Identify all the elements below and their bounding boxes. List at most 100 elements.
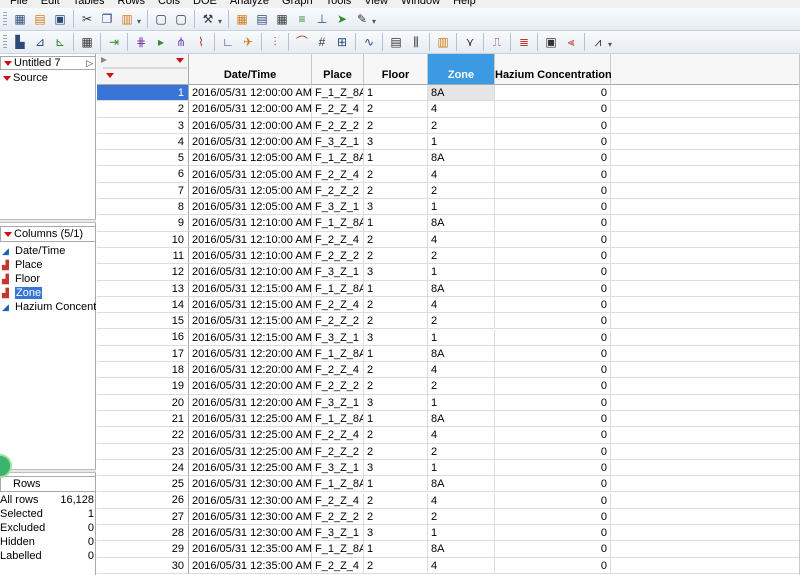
table-cell[interactable]: 0 (495, 443, 611, 460)
table-cell[interactable]: F_2_Z_2 (312, 443, 364, 460)
table-cell[interactable]: 0 (495, 459, 611, 477)
table-cell[interactable]: 2016/05/31 12:20:00 AM (189, 394, 312, 411)
red-triangle-icon[interactable] (106, 73, 114, 78)
table-cell[interactable]: 4 (428, 231, 495, 248)
chevron-down-icon[interactable]: ▾ (137, 17, 141, 26)
table-cell[interactable]: 2 (364, 378, 428, 395)
table-cell[interactable]: 2016/05/31 12:10:00 AM (189, 231, 312, 248)
table-cell[interactable]: 1 (428, 394, 495, 411)
empty-cell[interactable] (611, 166, 800, 183)
table-cell[interactable]: F_2_Z_4 (312, 166, 364, 183)
column-item[interactable]: ▟ Floor (0, 272, 96, 286)
sort-icon[interactable]: ≡ (294, 11, 310, 27)
table-cell[interactable]: F_3_Z_1 (312, 459, 364, 477)
columns-panel-header[interactable]: Columns (5/1) (0, 226, 96, 242)
table-cell[interactable]: F_3_Z_1 (312, 199, 364, 216)
row-number[interactable]: 14 (97, 296, 189, 314)
row-number[interactable]: 30 (97, 557, 189, 574)
table-cell[interactable]: 2 (428, 117, 495, 134)
script-icon[interactable]: ✎ (354, 11, 370, 27)
table-cell[interactable]: 1 (428, 525, 495, 542)
column-item[interactable]: ▟ Zone (0, 286, 96, 300)
red-triangle-icon[interactable] (3, 75, 11, 81)
empty-cell[interactable] (611, 117, 800, 134)
table-cell[interactable]: 2016/05/31 12:30:00 AM (189, 525, 312, 542)
column-header[interactable]: Place (312, 54, 364, 85)
row-number[interactable]: 18 (97, 362, 189, 379)
table-cell[interactable]: 1 (364, 215, 428, 232)
table-cell[interactable]: 2 (364, 508, 428, 526)
menu-view[interactable]: View (358, 0, 395, 7)
surface-plot-icon[interactable]: ≣ (516, 34, 532, 50)
empty-cell[interactable] (611, 476, 800, 493)
table-cell[interactable]: 0 (495, 231, 611, 248)
treemap-icon[interactable]: ⋎ (462, 34, 478, 50)
table-cell[interactable]: 0 (495, 508, 611, 526)
empty-cell[interactable] (611, 427, 800, 444)
chevron-down-icon[interactable]: ▾ (372, 17, 376, 26)
table-cell[interactable]: 0 (495, 280, 611, 297)
variability-icon[interactable]: ✈ (240, 34, 256, 50)
chevron-down-icon[interactable]: ▾ (608, 40, 612, 49)
empty-cell[interactable] (611, 280, 800, 297)
table-cell[interactable]: 8A (428, 541, 495, 558)
empty-cell[interactable] (611, 182, 800, 200)
empty-cell[interactable] (611, 313, 800, 330)
row-number[interactable]: 28 (97, 525, 189, 542)
table-cell[interactable]: 2 (364, 231, 428, 248)
empty-cell[interactable] (611, 459, 800, 477)
table-cell[interactable]: 0 (495, 427, 611, 444)
partition-icon[interactable]: ⋕ (133, 34, 149, 50)
table-cell[interactable]: 3 (364, 329, 428, 346)
table-cell[interactable]: F_2_Z_4 (312, 492, 364, 509)
empty-cell[interactable] (611, 85, 800, 102)
row-number[interactable]: 25 (97, 476, 189, 493)
row-number[interactable]: 13 (97, 280, 189, 297)
table-cell[interactable]: 0 (495, 215, 611, 232)
row-number[interactable]: 29 (97, 541, 189, 558)
chart-icon[interactable]: ⫷ (563, 34, 579, 50)
table-cell[interactable]: F_3_Z_1 (312, 525, 364, 542)
table-panel-header[interactable]: Untitled 7 ▷ (0, 56, 96, 70)
table-cell[interactable]: 1 (364, 541, 428, 558)
table-cell[interactable]: 3 (364, 264, 428, 281)
table-cell[interactable]: 2 (364, 296, 428, 314)
row-number[interactable]: 15 (97, 313, 189, 330)
pareto-icon[interactable]: ⫶ (267, 34, 283, 50)
table-cell[interactable]: 0 (495, 476, 611, 493)
table-cell[interactable]: 2016/05/31 12:10:00 AM (189, 264, 312, 281)
concatenate-icon[interactable]: ➤ (334, 11, 350, 27)
table-cell[interactable]: F_2_Z_4 (312, 231, 364, 248)
table-cell[interactable]: F_2_Z_2 (312, 117, 364, 134)
row-number[interactable]: 10 (97, 231, 189, 248)
table-cell[interactable]: 4 (428, 166, 495, 183)
empty-cell[interactable] (611, 199, 800, 216)
column-header[interactable]: Date/Time (189, 54, 312, 85)
subset-icon[interactable]: ▤ (254, 11, 270, 27)
menu-file[interactable]: File (4, 0, 35, 7)
table-cell[interactable]: 2 (428, 182, 495, 200)
parallel-icon[interactable]: ⫼ (408, 34, 424, 50)
table-cell[interactable]: 2 (364, 362, 428, 379)
table-cell[interactable]: 4 (428, 557, 495, 574)
table-cell[interactable]: 8A (428, 150, 495, 167)
table-cell[interactable]: 3 (364, 199, 428, 216)
row-number[interactable]: 1 (97, 85, 189, 102)
table-cell[interactable]: F_2_Z_2 (312, 378, 364, 395)
table-cell[interactable]: 2016/05/31 12:05:00 AM (189, 199, 312, 216)
menu-cols[interactable]: Cols (152, 0, 187, 7)
row-number[interactable]: 22 (97, 427, 189, 444)
open-icon[interactable]: ▤ (32, 11, 48, 27)
table-cell[interactable]: 2016/05/31 12:00:00 AM (189, 85, 312, 102)
table-cell[interactable]: 0 (495, 133, 611, 151)
table-cell[interactable]: 1 (364, 150, 428, 167)
red-triangle-icon[interactable] (4, 60, 12, 66)
contour-icon[interactable]: ∿ (361, 34, 377, 50)
table-cell[interactable]: 2016/05/31 12:05:00 AM (189, 166, 312, 183)
table-cell[interactable]: 1 (428, 459, 495, 477)
row-number[interactable]: 24 (97, 459, 189, 477)
table-cell[interactable]: 3 (364, 525, 428, 542)
table-cell[interactable]: 2 (428, 508, 495, 526)
row-number[interactable]: 5 (97, 150, 189, 167)
table-cell[interactable]: 8A (428, 280, 495, 297)
